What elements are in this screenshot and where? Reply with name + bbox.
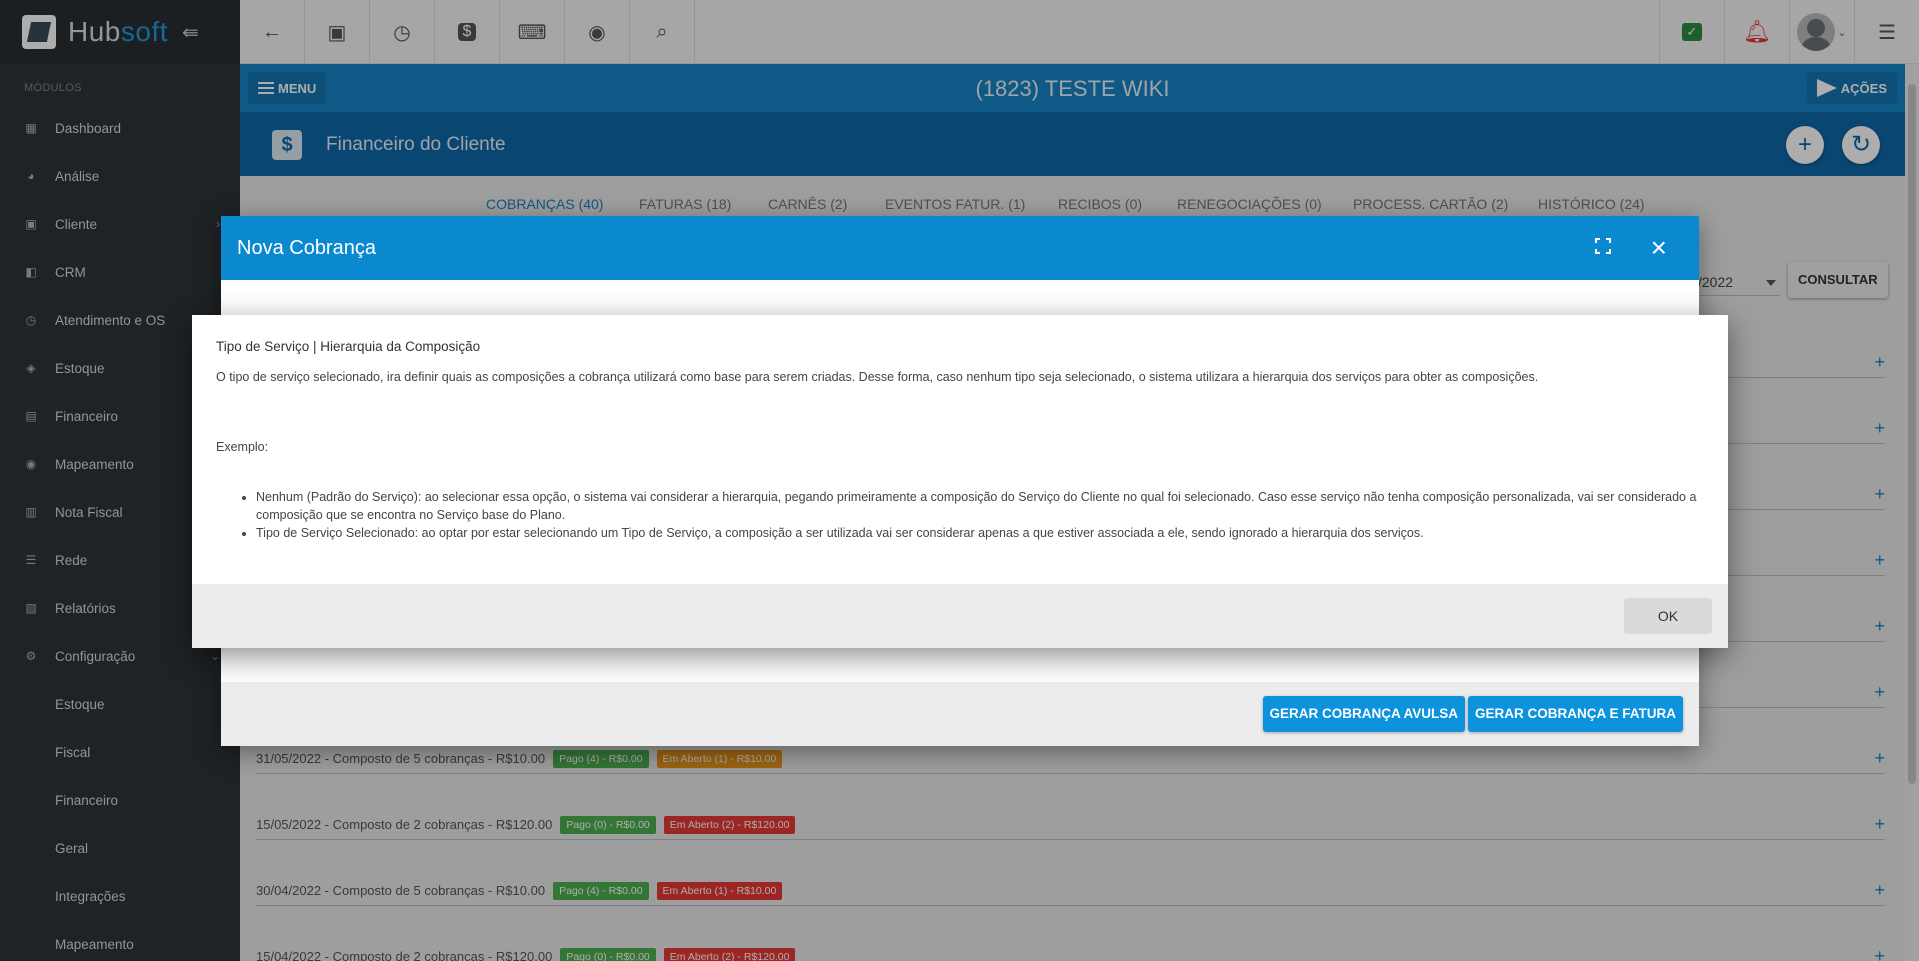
info-description: O tipo de serviço selecionado, ira defin… [216, 370, 1539, 384]
list-item: Tipo de Serviço Selecionado: ao optar po… [256, 524, 1704, 542]
ok-button[interactable]: OK [1624, 598, 1712, 634]
close-icon[interactable]: × [1651, 232, 1667, 264]
info-title: Tipo de Serviço | Hierarquia da Composiç… [216, 339, 481, 354]
generate-charge-and-invoice-button[interactable]: GERAR COBRANÇA E FATURA [1468, 696, 1683, 732]
example-label: Exemplo: [216, 440, 269, 454]
example-list: Nenhum (Padrão do Serviço): ao seleciona… [216, 488, 1704, 542]
info-dialog: Tipo de Serviço | Hierarquia da Composiç… [192, 315, 1728, 648]
list-item: Nenhum (Padrão do Serviço): ao seleciona… [256, 488, 1704, 524]
fullscreen-icon[interactable] [1595, 238, 1611, 254]
dialog-footer: GERAR COBRANÇA AVULSA GERAR COBRANÇA E F… [221, 682, 1699, 746]
dialog-title: Nova Cobrança [237, 237, 376, 259]
info-dialog-footer: OK [192, 584, 1728, 648]
info-dialog-body: Tipo de Serviço | Hierarquia da Composiç… [192, 315, 1728, 542]
dialog-header: Nova Cobrança × [221, 216, 1699, 280]
generate-single-charge-button[interactable]: GERAR COBRANÇA AVULSA [1262, 696, 1465, 732]
